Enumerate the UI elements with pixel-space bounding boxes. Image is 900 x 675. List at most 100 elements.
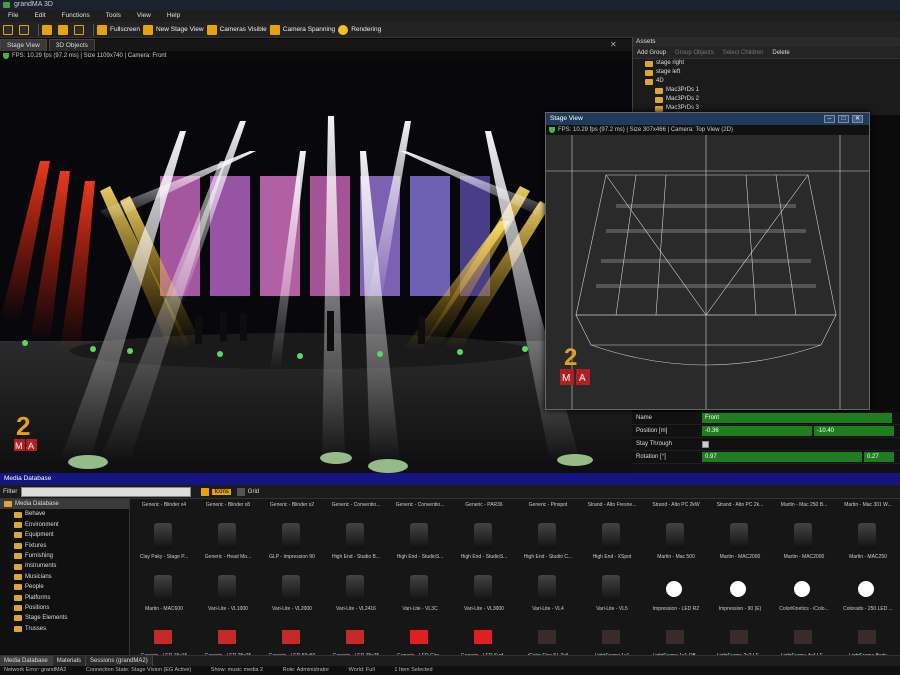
tab-media-database[interactable]: Media Database — [0, 655, 53, 667]
prop-rotation-x-field[interactable]: 0.97 — [702, 452, 862, 462]
media-item[interactable]: Vari-Lite - VL5 — [581, 565, 643, 617]
media-item[interactable]: Generic - Pinspot — [517, 499, 579, 513]
media-item[interactable]: Vari-Lite - VL2000 — [261, 565, 323, 617]
media-item[interactable]: Vari-Lite - VL3C — [389, 565, 451, 617]
media-item[interactable]: LightFrame 1x1 Off... — [645, 612, 707, 655]
cameras-visible-button[interactable]: Cameras Visible — [206, 23, 267, 37]
media-item[interactable]: Generic - Head Mo... — [197, 513, 259, 565]
media-item[interactable]: Generic - PAR36 — [453, 499, 515, 513]
media-item[interactable]: Vari-Lite - VL4 — [517, 565, 579, 617]
media-item[interactable]: High End - XSpot — [581, 513, 643, 565]
stay-through-checkbox[interactable] — [702, 440, 709, 448]
media-item[interactable]: Martin - Mac 301 W... — [837, 499, 899, 513]
media-item[interactable]: Generic - Blinder x2 — [261, 499, 323, 513]
media-item[interactable]: High End - StudioS... — [389, 513, 451, 565]
media-item[interactable]: Vari-Lite - VL2416 — [325, 565, 387, 617]
add-group-button[interactable]: Add Group — [637, 50, 666, 56]
media-item[interactable]: LightFrame Body — [837, 612, 899, 655]
media-item[interactable]: High End - Studio C... — [517, 513, 579, 565]
prop-position-y-field[interactable]: -10.40 — [814, 426, 894, 436]
media-item[interactable]: LightFrame 2x2 LE... — [709, 612, 771, 655]
media-tree-item[interactable]: Fixtures — [0, 541, 129, 551]
media-tree-root[interactable]: Media Database — [0, 499, 129, 510]
media-item[interactable]: Strand - Alto Fresne... — [581, 499, 643, 513]
tab-3d-objects[interactable]: 3D Objects — [48, 39, 95, 51]
icons-view-button[interactable]: Icons — [212, 488, 231, 495]
media-item[interactable]: Martin - MAC2000 — [773, 513, 835, 565]
media-item[interactable]: Martin - MAC600 — [133, 565, 195, 617]
media-item[interactable]: Generic - LED 15x15 — [133, 612, 195, 655]
tree-node-stage-left[interactable]: stage left — [645, 68, 900, 77]
media-item[interactable]: Generic - LED Circ... — [389, 612, 451, 655]
media-item[interactable]: Generic - Blinder x4 — [133, 499, 195, 513]
tree-node-4d[interactable]: 4D — [645, 77, 900, 86]
tree-node-fixture[interactable]: Mac3PrDs 2 — [645, 95, 900, 104]
rendering-button[interactable]: Rendering — [338, 23, 381, 37]
media-item[interactable]: Generic - Conventio... — [325, 499, 387, 513]
media-item[interactable]: High End - Studio B... — [325, 513, 387, 565]
prop-rotation-y-field[interactable]: 0.27 — [864, 452, 894, 462]
tab-materials[interactable]: Materials — [52, 655, 87, 667]
media-item[interactable]: Strand - Alto PC 2kW — [645, 499, 707, 513]
close-button[interactable]: ✕ — [852, 115, 863, 123]
media-item[interactable]: Generic - LED Surf... — [453, 612, 515, 655]
delete-button[interactable]: Delete — [772, 50, 789, 56]
tree-node-fixture[interactable]: Mac3PrDs 1 — [645, 86, 900, 95]
stage-3d-viewport[interactable]: 2 M A — [0, 61, 632, 473]
maximize-button[interactable]: □ — [838, 115, 849, 123]
media-tree-item[interactable]: Stage Elements — [0, 613, 129, 623]
media-item[interactable]: Clay Paky - Stage P... — [133, 513, 195, 565]
prop-name-field[interactable]: Front — [702, 413, 892, 423]
close-tab-icon[interactable]: ✕ — [610, 40, 617, 49]
media-item[interactable]: Strand - Alto PC 2k... — [709, 499, 771, 513]
media-tree-item[interactable]: Equipment — [0, 530, 129, 540]
media-item[interactable]: LightFrame 1x1 — [581, 612, 643, 655]
filter-input[interactable] — [21, 486, 192, 497]
fullscreen-button[interactable]: Fullscreen — [97, 23, 140, 37]
media-item[interactable]: Martin - Mac 250 B... — [773, 499, 835, 513]
media-item[interactable]: Generic - Blinder x8 — [197, 499, 259, 513]
media-item[interactable]: Martin - Mac 500 — [645, 513, 707, 565]
media-tree-item[interactable]: Positions — [0, 603, 129, 613]
media-item[interactable]: Colorado - 250 LED ... — [837, 565, 899, 617]
scale-tool-button[interactable] — [74, 23, 87, 37]
menu-view[interactable]: View — [137, 12, 151, 19]
media-tree-item[interactable]: Platforms — [0, 593, 129, 603]
redo-button[interactable] — [19, 23, 32, 37]
menu-functions[interactable]: Functions — [62, 12, 90, 19]
media-item[interactable]: LightFrame 4x4 LE... — [773, 612, 835, 655]
prop-position-x-field[interactable]: -0.36 — [702, 426, 812, 436]
undo-button[interactable] — [3, 23, 16, 37]
tree-node-stage-right[interactable]: stage right — [645, 59, 900, 68]
tab-stage-view[interactable]: Stage View — [0, 39, 47, 51]
minimize-button[interactable]: – — [824, 115, 835, 123]
media-item[interactable]: Generic - LED 25x25 — [197, 612, 259, 655]
media-item[interactable]: Impression - LED RZ — [645, 565, 707, 617]
media-item[interactable]: Impression - 90 (E) — [709, 565, 771, 617]
media-tree-item[interactable]: People — [0, 582, 129, 592]
tab-sessions[interactable]: Sessions (grandMA2) — [86, 655, 153, 667]
media-item[interactable]: iColor Flex SL Tall — [517, 612, 579, 655]
media-item[interactable]: Martin - MAC2000 — [709, 513, 771, 565]
media-item[interactable]: ColorKinetics - iColo... — [773, 565, 835, 617]
media-item[interactable]: Generic - Conventio... — [389, 499, 451, 513]
group-objects-button[interactable]: Group Objects — [675, 50, 714, 56]
media-item[interactable]: Generic - LED 50x50 — [261, 612, 323, 655]
media-item[interactable]: High End - StudioS... — [453, 513, 515, 565]
media-item[interactable]: GLP - Impression 90 — [261, 513, 323, 565]
media-tree-item[interactable]: Musicians — [0, 572, 129, 582]
menu-edit[interactable]: Edit — [34, 12, 45, 19]
media-tree-item[interactable]: Behave — [0, 509, 129, 519]
menu-help[interactable]: Help — [167, 12, 180, 19]
menu-file[interactable]: File — [8, 12, 18, 19]
move-tool-button[interactable] — [42, 23, 55, 37]
grid-view-button[interactable]: Grid — [248, 489, 259, 495]
top-view-window[interactable]: Stage View – □ ✕ FPS: 10.29 fps (97.2 ms… — [545, 112, 870, 410]
media-tree-item[interactable]: Environment — [0, 520, 129, 530]
media-tree-item[interactable]: Trusses — [0, 624, 129, 634]
new-stage-view-button[interactable]: New Stage View — [142, 23, 204, 37]
select-children-button[interactable]: Select Children — [723, 50, 764, 56]
menu-tools[interactable]: Tools — [106, 12, 121, 19]
media-tree-item[interactable]: Instruments — [0, 561, 129, 571]
media-tree-item[interactable]: Furnishing — [0, 551, 129, 561]
